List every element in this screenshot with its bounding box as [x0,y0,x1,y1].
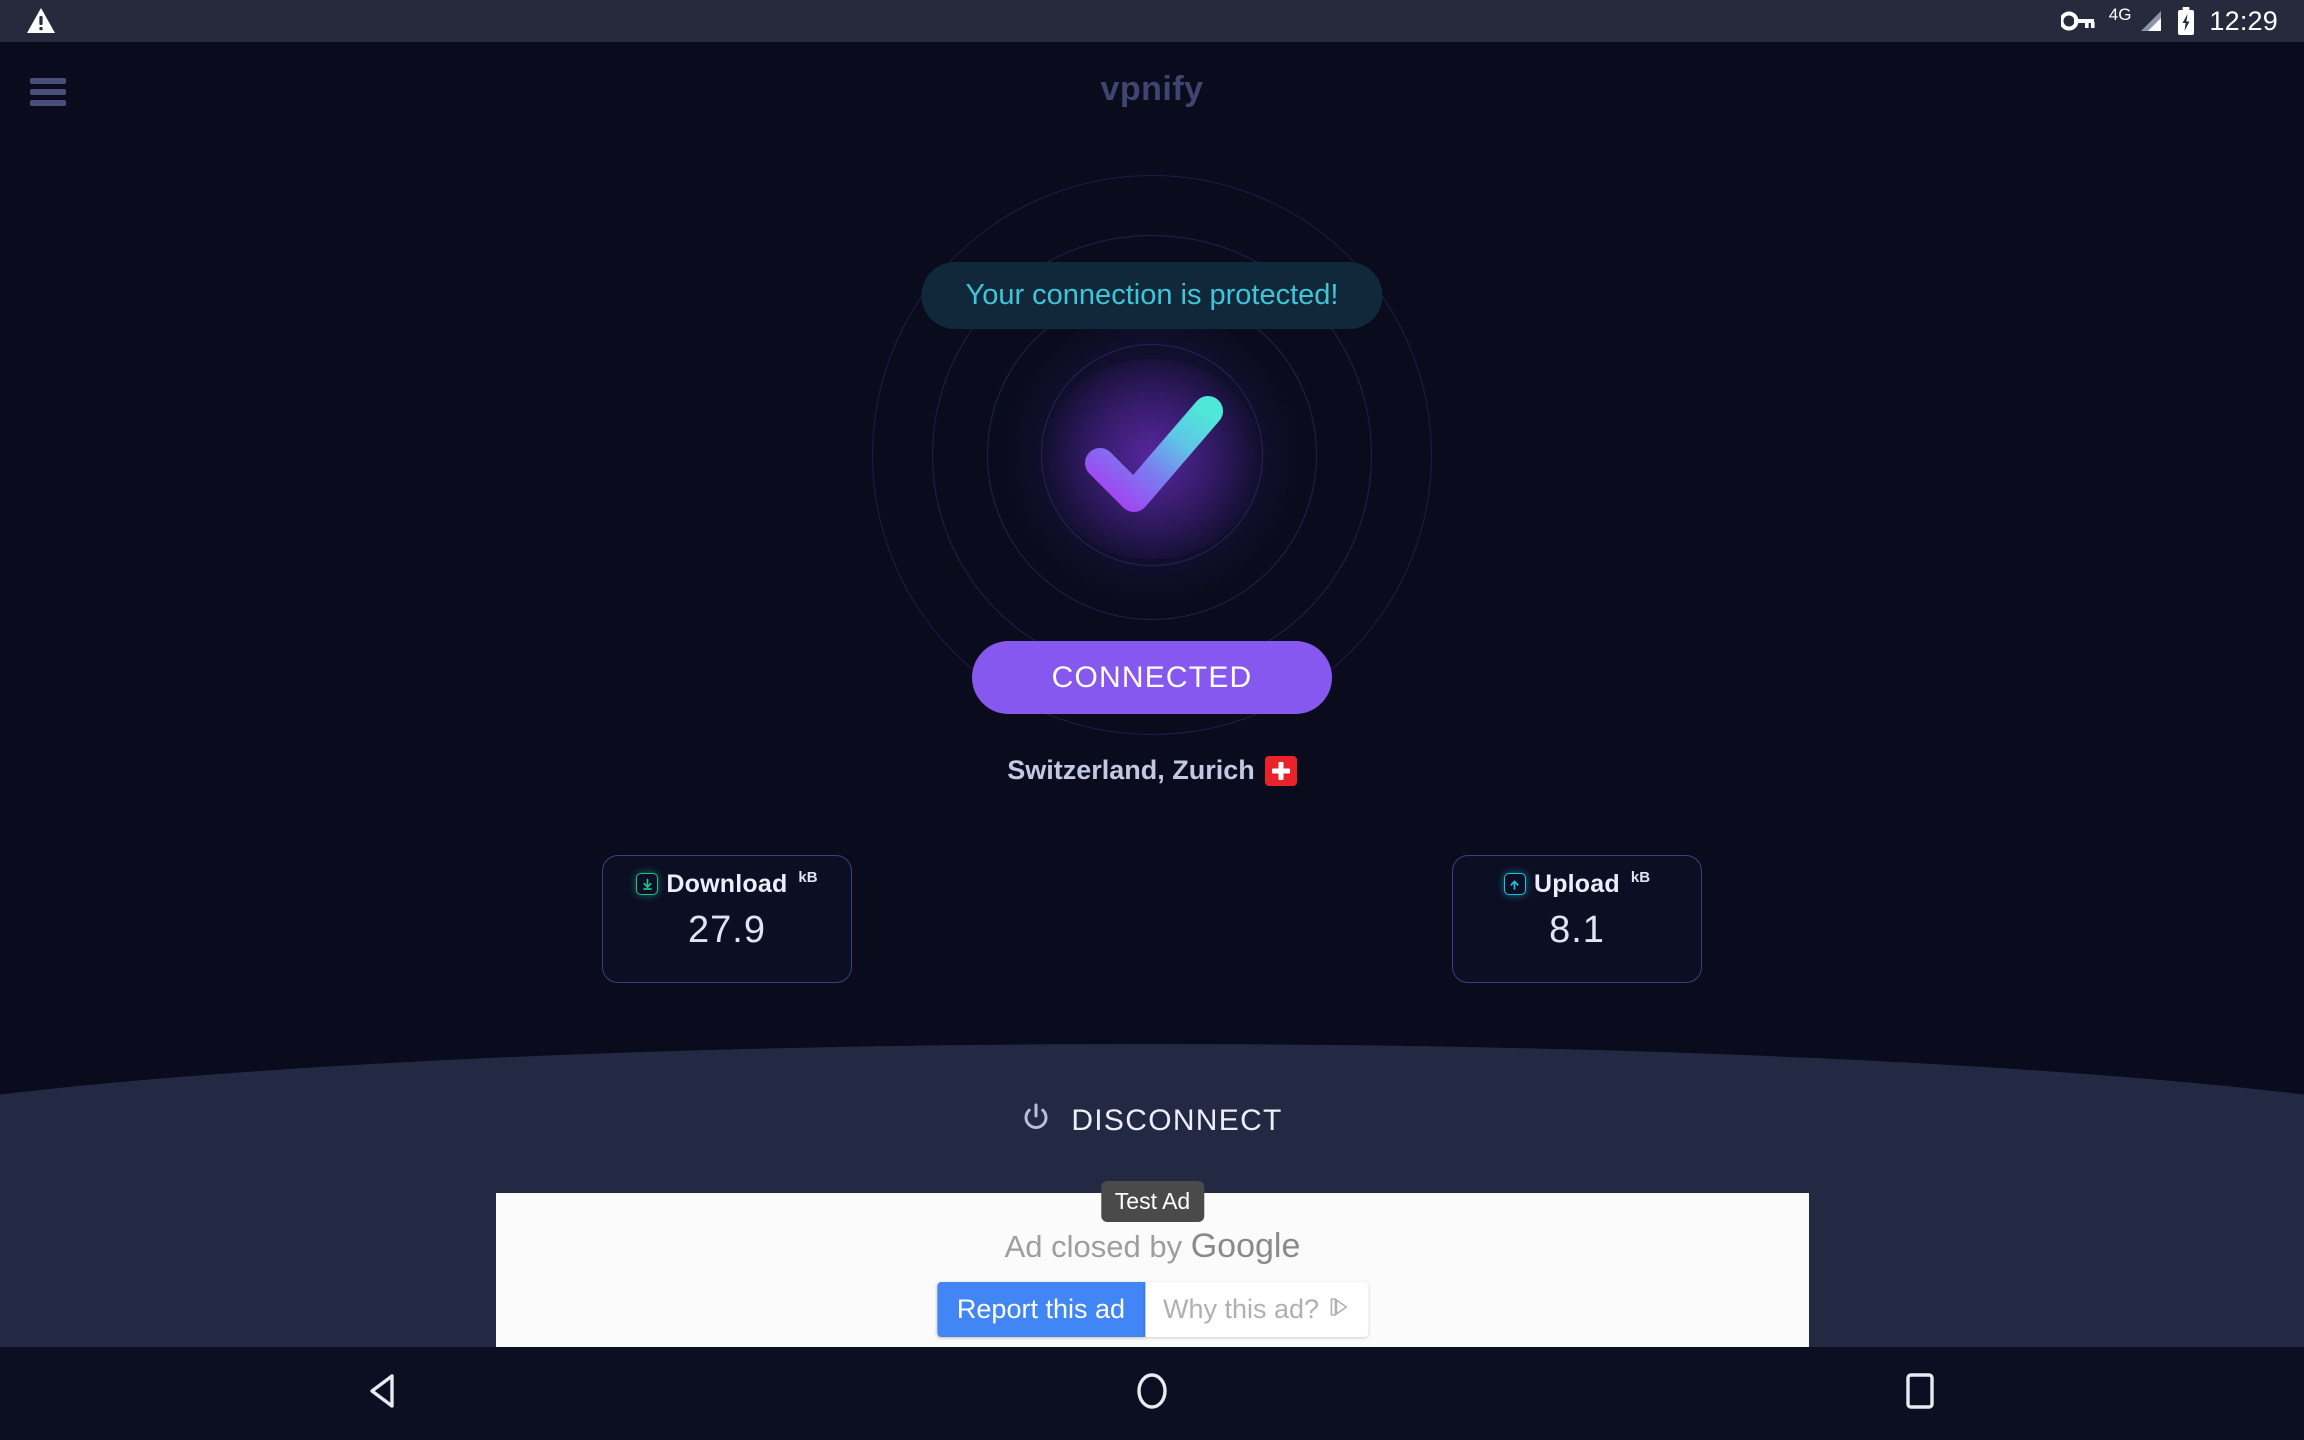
back-triangle-icon [367,1373,401,1414]
vpn-key-icon [2060,10,2095,32]
upload-unit: kB [1630,869,1651,886]
disconnect-button[interactable]: DISCONNECT [0,1103,2304,1138]
download-value: 27.9 [688,909,766,951]
network-type-label: 4G [2108,5,2132,24]
why-this-ad-button[interactable]: Why this ad? [1145,1282,1369,1337]
connection-status-pill: Your connection is protected! [921,262,1383,329]
recents-square-icon [1904,1372,1936,1415]
swiss-flag-icon [1264,755,1297,786]
nav-home-button[interactable] [1092,1347,1212,1440]
report-this-ad-button[interactable]: Report this ad [936,1282,1146,1337]
signal-bars-icon [2137,9,2163,33]
battery-charging-icon [2177,7,2195,35]
ad-banner: Test Ad Ad closed by Google Report this … [496,1181,1809,1348]
server-location[interactable]: Switzerland, Zurich [0,755,2304,786]
power-icon [1021,1103,1051,1138]
upload-value: 8.1 [1549,909,1605,951]
app-header: vpnify [0,42,2304,152]
warning-triangle-icon [26,7,56,35]
download-card-header: Download kB [603,869,851,899]
upload-arrow-icon [1503,873,1526,895]
ad-closed-prefix: Ad closed by [1004,1229,1191,1264]
nav-back-button[interactable] [324,1347,444,1440]
connected-button[interactable]: CONNECTED [972,641,1332,714]
google-brand-label: Google [1190,1227,1301,1265]
why-this-ad-label: Why this ad? [1163,1294,1320,1324]
download-stat-card: Download kB 27.9 [602,855,852,983]
upload-label: Upload [1533,870,1620,898]
download-arrow-icon [636,873,659,895]
nav-recents-button[interactable] [1860,1347,1980,1440]
upload-card-header: Upload kB [1453,869,1701,899]
download-label: Download [666,870,788,898]
check-mark-icon [1042,355,1262,559]
home-circle-icon [1134,1371,1170,1416]
download-unit: kB [798,869,818,886]
app-screen: 4G 12:29 vpnify Your connection is prote… [0,0,2304,1440]
clock-label: 12:29 [2209,5,2278,36]
adchoices-icon [1328,1294,1350,1325]
app-title: vpnify [1100,70,1204,108]
status-bar-right: 4G 12:29 [2060,5,2278,37]
ad-closed-text: Ad closed by Google [496,1227,1809,1266]
ad-buttons: Report this ad Why this ad? [936,1282,1369,1337]
status-bar: 4G 12:29 [0,0,2304,42]
status-bar-left [26,7,56,35]
test-ad-badge: Test Ad [1100,1181,1205,1222]
upload-stat-card: Upload kB 8.1 [1452,855,1702,983]
disconnect-label: DISCONNECT [1071,1103,1283,1137]
server-location-label: Switzerland, Zurich [1007,755,1255,785]
android-nav-bar [0,1347,2304,1440]
